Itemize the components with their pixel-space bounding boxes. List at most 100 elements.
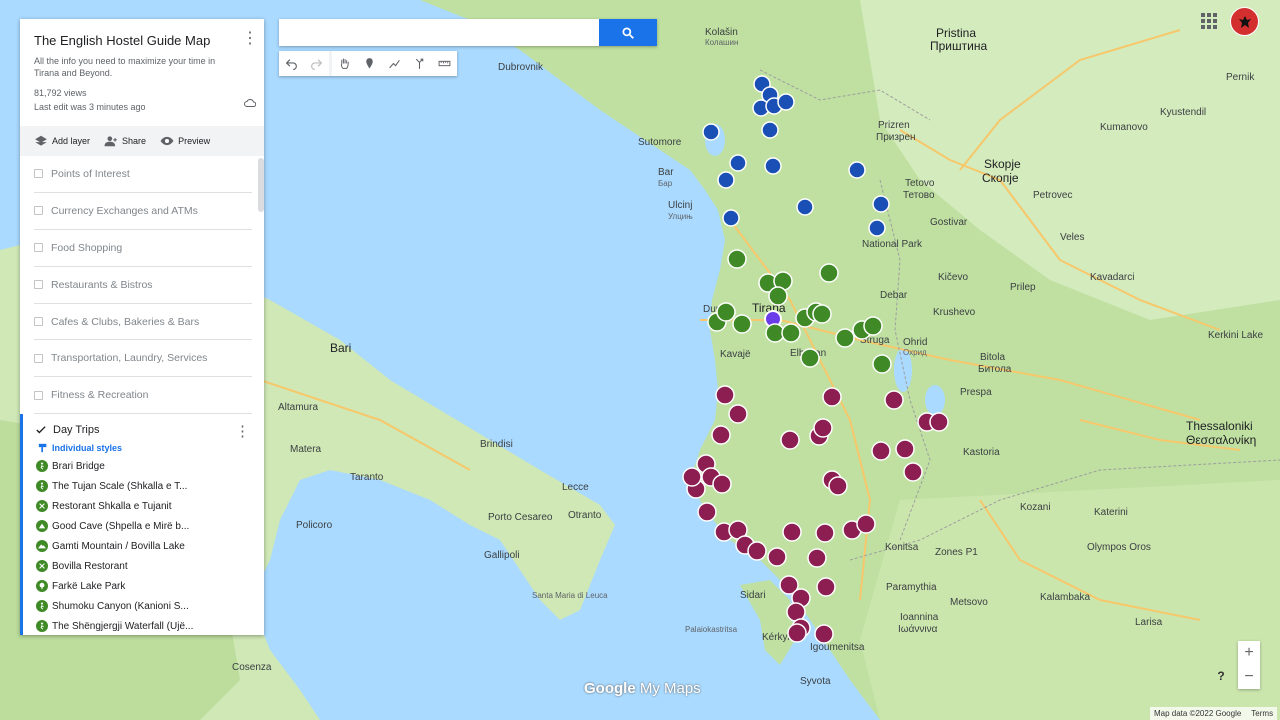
add-layer-button[interactable]: Add layer (34, 134, 90, 148)
apps-grid-icon[interactable] (1200, 12, 1218, 30)
layer-fitness[interactable]: Fitness & Recreation (34, 377, 252, 414)
directions-button[interactable] (407, 51, 432, 76)
search-input[interactable] (279, 19, 597, 46)
place-item[interactable]: Shumoku Canyon (Kanioni S... (36, 596, 264, 616)
place-label: Restorant Shkalla e Tujanit (52, 500, 172, 512)
day-trips-checkbox[interactable] (36, 425, 46, 435)
panel-header: The English Hostel Guide Map All the inf… (20, 19, 264, 126)
map-data-attribution: Map data ©2022 Google (1154, 709, 1242, 718)
add-marker-button[interactable] (357, 51, 382, 76)
place-item[interactable]: The Shëngjergji Waterfall (Ujë... (36, 616, 264, 635)
layer-label: Restaurants & Bistros (51, 278, 153, 291)
zoom-in-button[interactable]: + (1238, 641, 1260, 665)
avatar[interactable] (1230, 7, 1259, 36)
layer-cafes-clubs[interactable]: Cafes & Clubs, Bakeries & Bars (34, 304, 252, 341)
select-hand-button[interactable] (332, 51, 357, 76)
label-bitola-cyr: Битола (978, 364, 1012, 375)
layer-label: Currency Exchanges and ATMs (51, 204, 198, 217)
label-altamura: Altamura (278, 402, 318, 413)
place-item[interactable]: The Tujan Scale (Shkalla e T... (36, 476, 264, 496)
zoom-out-button[interactable]: − (1238, 665, 1260, 689)
label-ohrid: Ohrid (903, 337, 927, 348)
place-item[interactable]: Bovilla Restorant (36, 556, 264, 576)
label-bar-cyr: Бар (658, 179, 673, 188)
label-ulcinj-cyr: Улцињ (668, 212, 693, 221)
help-icon[interactable]: ? (1213, 669, 1229, 685)
map-meta: 81,792 views Last edit was 3 minutes ago (34, 86, 250, 114)
layer-restaurants[interactable]: Restaurants & Bistros (34, 267, 252, 304)
layer-transportation[interactable]: Transportation, Laundry, Services (34, 340, 252, 378)
label-larisa: Larisa (1135, 617, 1163, 628)
place-item[interactable]: Brari Bridge (36, 456, 264, 476)
label-tetovo-cyr: Тетово (903, 190, 935, 201)
label-krushevo: Krushevo (933, 307, 976, 318)
layer-list-scrollbar[interactable] (258, 158, 264, 212)
layer-checkbox[interactable] (34, 169, 43, 179)
label-kolasin: Kolašin (705, 27, 738, 38)
terms-link[interactable]: Terms (1251, 709, 1273, 718)
label-veles: Veles (1060, 232, 1084, 243)
redo-icon (311, 59, 323, 70)
label-paramythia: Paramythia (886, 582, 937, 593)
cloud-saved-icon (244, 99, 256, 107)
hand-icon (340, 58, 349, 69)
place-item[interactable]: Farkë Lake Park (36, 576, 264, 596)
hiking-icon (36, 480, 48, 492)
layer-checkbox[interactable] (34, 317, 43, 326)
label-paleokastritsa: Palaiokastritsa (685, 625, 738, 634)
place-item[interactable]: Good Cave (Shpella e Mirë b... (36, 516, 264, 536)
add-person-icon (104, 136, 117, 147)
marker-icon (366, 58, 373, 69)
layer-food-shopping[interactable]: Food Shopping (34, 230, 252, 267)
restaurant-icon (36, 560, 48, 572)
label-gallipoli: Gallipoli (484, 550, 520, 561)
day-trips-options-icon[interactable]: ⋮ (235, 422, 250, 440)
layer-currency-exchanges[interactable]: Currency Exchanges and ATMs (34, 193, 252, 230)
checkmark-icon (36, 426, 46, 434)
layer-checkbox[interactable] (34, 390, 43, 400)
label-kozani: Kozani (1020, 502, 1051, 513)
ruler-icon (438, 60, 451, 67)
map-title[interactable]: The English Hostel Guide Map (34, 33, 250, 48)
place-item[interactable]: Gamti Mountain / Bovilla Lake (36, 536, 264, 556)
add-layer-label: Add layer (52, 136, 91, 146)
label-porto-cesareo: Porto Cesareo (488, 512, 553, 523)
map-tools (279, 51, 457, 76)
place-item[interactable]: Restorant Shkalla e Tujanit (36, 496, 264, 516)
hiking-icon (36, 460, 48, 472)
map-options-menu-icon[interactable]: ⋮ (242, 31, 258, 47)
redo-button[interactable] (304, 51, 329, 76)
preview-button[interactable]: Preview (160, 134, 210, 148)
label-bitola: Bitola (980, 352, 1005, 363)
share-button[interactable]: Share (104, 134, 146, 148)
place-label: Good Cave (Shpella e Mirë b... (52, 520, 190, 532)
label-syvota: Syvota (800, 676, 831, 687)
layer-checkbox[interactable] (34, 206, 43, 216)
individual-styles-link[interactable]: Individual styles (38, 440, 264, 456)
label-skopje: Skopje (984, 157, 1021, 171)
zoom-control: + − (1238, 641, 1260, 689)
label-kavadarci: Kavadarci (1090, 272, 1134, 283)
label-pernik: Pernik (1226, 72, 1255, 83)
preview-label: Preview (178, 136, 211, 146)
label-prilep: Prilep (1010, 282, 1036, 293)
draw-line-icon (389, 59, 400, 69)
label-pristina: Pristina (936, 26, 976, 40)
label-kerkini: Kerkini Lake (1208, 330, 1263, 341)
draw-line-button[interactable] (382, 51, 407, 76)
label-zones: Zones P1 (935, 547, 978, 558)
directions-icon (415, 58, 424, 69)
layer-checkbox[interactable] (34, 280, 43, 290)
layer-checkbox[interactable] (34, 243, 43, 253)
layer-label: Fitness & Recreation (51, 389, 149, 402)
layer-list: Points of Interest Currency Exchanges an… (20, 156, 264, 414)
measure-button[interactable] (432, 51, 457, 76)
undo-icon (285, 59, 297, 70)
layer-checkbox[interactable] (34, 353, 43, 363)
eagle-flag-icon (1238, 15, 1251, 28)
label-taranto: Taranto (350, 472, 384, 483)
search-button[interactable] (599, 19, 657, 46)
hiking-icon (36, 600, 48, 612)
layer-points-of-interest[interactable]: Points of Interest (34, 156, 252, 193)
undo-button[interactable] (279, 51, 304, 76)
